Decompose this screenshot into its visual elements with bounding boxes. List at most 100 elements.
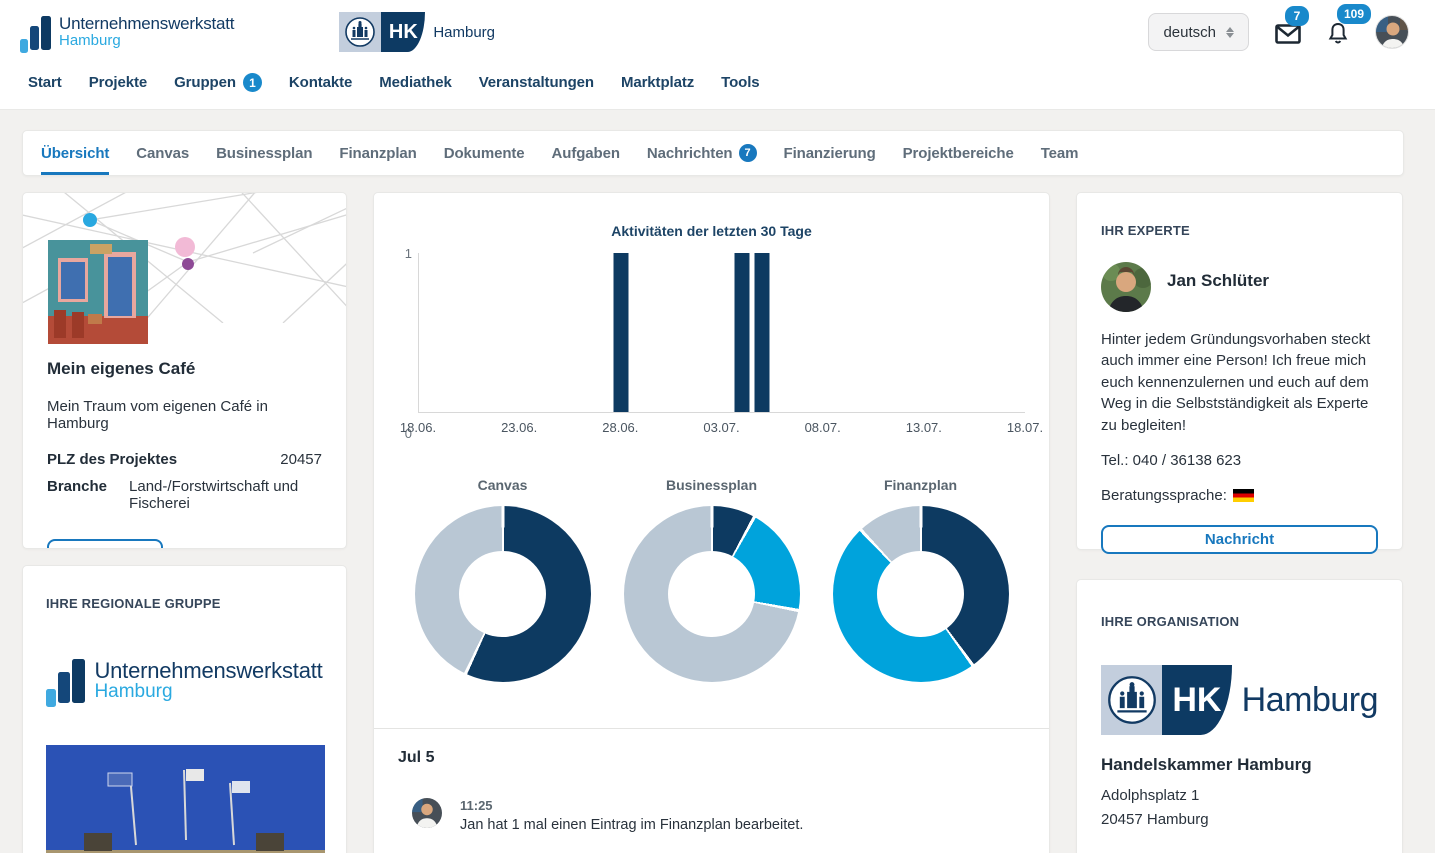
notifications-count-badge: 109 [1337, 4, 1371, 24]
regional-group-card: IHRE REGIONALE GRUPPE Unternehmenswerkst… [22, 565, 347, 853]
organisation-heading: IHRE ORGANISATION [1101, 614, 1378, 629]
project-tabs: Übersicht Canvas Businessplan Finanzplan… [22, 130, 1404, 176]
branche-value: Land-/Forstwirtschaft und Fischerei [129, 478, 322, 512]
expert-heading: IHR EXPERTE [1101, 223, 1378, 238]
nav-item-projekte[interactable]: Projekte [89, 74, 147, 91]
hk-crest-icon [1101, 665, 1162, 735]
nav-item-veranstaltungen[interactable]: Veranstaltungen [479, 74, 594, 91]
user-photo [1376, 16, 1409, 49]
hk-abbr: HK [1162, 665, 1231, 735]
sort-arrows-icon [1226, 27, 1234, 38]
expert-name: Jan Schlüter [1167, 271, 1269, 291]
messages-button[interactable]: 7 [1275, 24, 1301, 49]
bar-chart-title: Aktivitäten der letzten 30 Tage [398, 223, 1025, 239]
hk-crest-icon [339, 12, 381, 52]
y-axis-tick: 1 [398, 246, 412, 261]
expert-card: IHR EXPERTE Jan Schlüter H [1076, 192, 1403, 550]
tab-uebersicht[interactable]: Übersicht [41, 131, 109, 175]
left-column: Mein eigenes Café Mein Traum vom eigenen… [22, 192, 347, 853]
notifications-button[interactable]: 109 [1327, 22, 1349, 50]
x-axis-tick: 08.07. [805, 420, 841, 435]
organisation-city: 20457 Hamburg [1101, 811, 1378, 828]
hk-partner-logo[interactable]: HK Hamburg [339, 12, 495, 52]
finanzplan-donut-chart [833, 506, 1009, 682]
tab-businessplan[interactable]: Businessplan [216, 131, 312, 175]
donut-title-canvas: Canvas [478, 477, 528, 493]
nav-item-tools[interactable]: Tools [721, 74, 759, 91]
tab-finanzierung[interactable]: Finanzierung [784, 131, 876, 175]
regional-group-logo: Unternehmenswerkstatt Hamburg [46, 657, 323, 703]
edit-project-button[interactable]: Bearbeiten [47, 539, 163, 549]
timeline-entry: 11:25 Jan hat 1 mal einen Eintrag im Fin… [398, 798, 1025, 833]
nav-item-mediathek[interactable]: Mediathek [379, 74, 451, 91]
nav-item-start[interactable]: Start [28, 74, 62, 91]
x-axis: 18.06. 23.06. 28.06. 03.07. 08.07. 13.07… [418, 413, 1025, 435]
x-axis-tick: 23.06. [501, 420, 537, 435]
plz-label: PLZ des Projektes [47, 451, 177, 468]
tab-canvas[interactable]: Canvas [136, 131, 189, 175]
x-axis-tick: 18.07. [1007, 420, 1043, 435]
bell-icon [1327, 22, 1349, 45]
timeline-day-heading: Jul 5 [398, 749, 1025, 767]
organisation-logo: HK Hamburg [1101, 665, 1378, 735]
canvas-donut-chart [415, 506, 591, 682]
messages-count-badge: 7 [1285, 6, 1309, 26]
hk-word: Hamburg [433, 24, 495, 41]
timeline-avatar [412, 798, 442, 828]
expert-avatar [1101, 262, 1151, 312]
tab-finanzplan[interactable]: Finanzplan [339, 131, 416, 175]
brand-name: Unternehmenswerkstatt [59, 15, 234, 33]
donut-title-finanzplan: Finanzplan [884, 477, 957, 493]
expert-phone: Tel.: 040 / 36138 623 [1101, 452, 1378, 469]
divider [374, 728, 1049, 729]
nav-item-kontakte[interactable]: Kontakte [289, 74, 352, 91]
main-nav: Start Projekte Gruppen1 Kontakte Mediath… [0, 64, 1435, 110]
uw-logo[interactable]: Unternehmenswerkstatt Hamburg [20, 14, 234, 50]
nachrichten-count-badge: 7 [739, 144, 757, 162]
progress-donuts: Canvas Businessplan Finanzplan [398, 477, 1025, 682]
nav-item-gruppen[interactable]: Gruppen1 [174, 73, 262, 92]
regional-group-photo [46, 745, 323, 853]
language-selector[interactable]: deutsch [1148, 13, 1249, 51]
activity-bar-chart: 1 0 18.06. 23.06. 28.06. 03.07. 08.07. 1… [398, 253, 1025, 435]
project-subtitle: Mein Traum vom eigenen Café in Hamburg [47, 398, 322, 432]
envelope-icon [1275, 24, 1301, 44]
regional-group-heading: IHRE REGIONALE GRUPPE [46, 596, 323, 611]
expert-bio: Hinter jedem Gründungsvorhaben steckt au… [1101, 329, 1378, 436]
organisation-street: Adolphsplatz 1 [1101, 787, 1378, 804]
message-expert-button[interactable]: Nachricht [1101, 525, 1378, 554]
project-title: Mein eigenes Café [47, 359, 322, 379]
uw-logo-icon [20, 14, 51, 50]
activity-card: Aktivitäten der letzten 30 Tage 1 0 18.0… [373, 192, 1050, 853]
page-content: Übersicht Canvas Businessplan Finanzplan… [0, 110, 1435, 853]
tab-aufgaben[interactable]: Aufgaben [552, 131, 620, 175]
app-header: Unternehmenswerkstatt Hamburg HK Hamburg… [0, 0, 1435, 64]
tab-dokumente[interactable]: Dokumente [444, 131, 525, 175]
project-card: Mein eigenes Café Mein Traum vom eigenen… [22, 192, 347, 549]
language-label: Beratungssprache: [1101, 487, 1227, 504]
project-photo [48, 240, 148, 344]
organisation-card: IHRE ORGANISATION [1076, 579, 1403, 853]
nav-item-marktplatz[interactable]: Marktplatz [621, 74, 694, 91]
hk-word: Hamburg [1242, 681, 1378, 720]
x-axis-tick: 28.06. [602, 420, 638, 435]
tab-nachrichten[interactable]: Nachrichten7 [647, 131, 757, 175]
brand-region: Hamburg [59, 33, 234, 49]
timeline-entry-time: 11:25 [460, 798, 803, 813]
flag-de-icon [1233, 489, 1254, 502]
donut-title-businessplan: Businessplan [666, 477, 757, 493]
businessplan-donut-chart [624, 506, 800, 682]
x-axis-tick: 03.07. [703, 420, 739, 435]
user-avatar[interactable] [1375, 15, 1409, 49]
tab-projektbereiche[interactable]: Projektbereiche [903, 131, 1014, 175]
x-axis-tick: 18.06. [400, 420, 436, 435]
branche-label: Branche [47, 478, 107, 512]
language-value: deutsch [1163, 24, 1216, 41]
gruppen-count-badge: 1 [243, 73, 262, 92]
timeline-entry-text: Jan hat 1 mal einen Eintrag im Finanzpla… [460, 817, 803, 833]
middle-column: Aktivitäten der letzten 30 Tage 1 0 18.0… [373, 192, 1050, 853]
hk-abbr: HK [381, 12, 425, 52]
tab-team[interactable]: Team [1041, 131, 1079, 175]
right-column: IHR EXPERTE Jan Schlüter H [1076, 192, 1403, 853]
uw-logo-icon [46, 657, 85, 703]
